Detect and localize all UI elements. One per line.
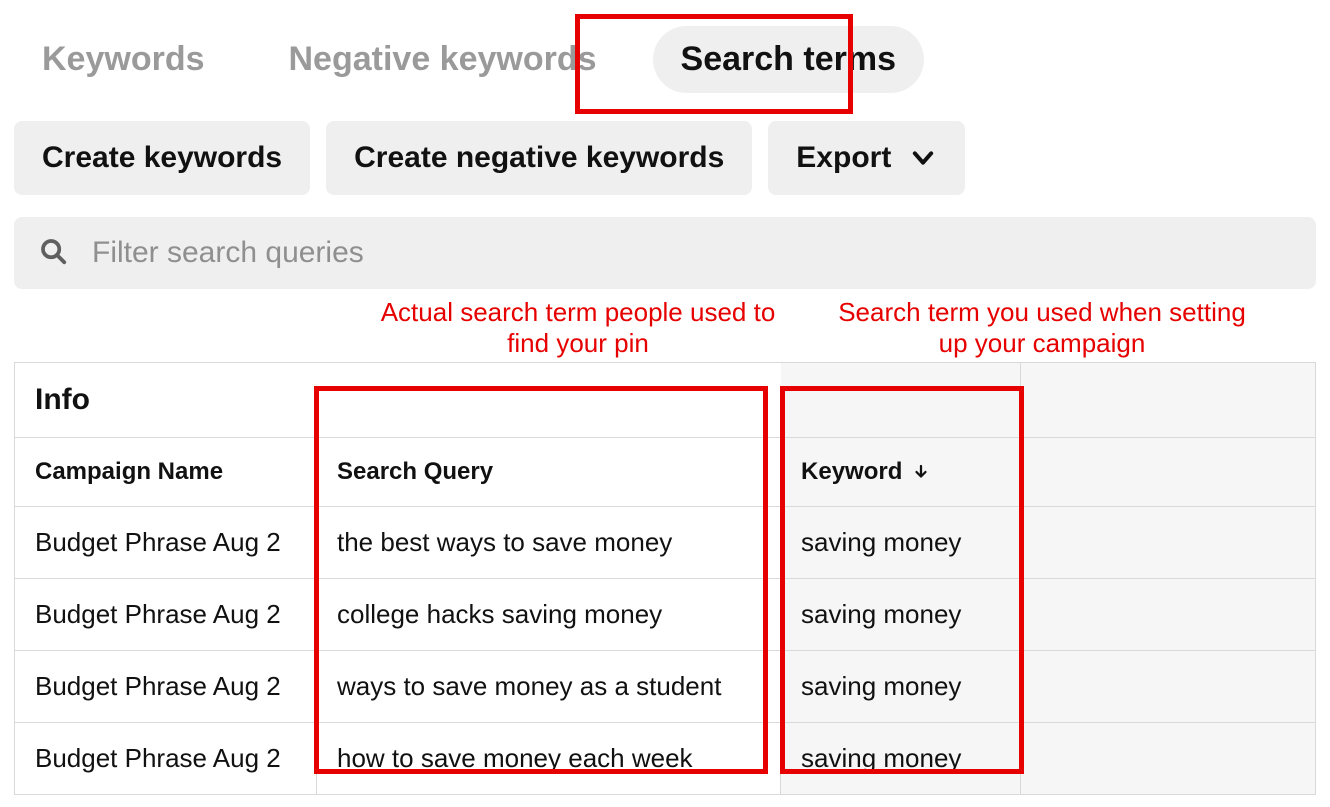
tab-search-terms[interactable]: Search terms [653,26,924,93]
col-rest [1021,438,1316,507]
cell-query: college hacks saving money [317,579,781,651]
filter-bar[interactable] [14,217,1316,289]
cell-query: how to save money each week [317,723,781,795]
cell-campaign: Budget Phrase Aug 2 [15,651,317,723]
create-keywords-button[interactable]: Create keywords [14,121,310,195]
tabs-row: Keywords Negative keywords Search terms [14,26,1316,93]
annotation-row: Actual search term people used to find y… [14,297,1316,358]
table-info-header: Info [15,363,781,438]
col-keyword-label: Keyword [801,458,902,486]
tab-keywords[interactable]: Keywords [14,26,233,93]
cell-rest [1021,507,1316,579]
sort-descending-icon [912,463,930,481]
cell-rest [1021,651,1316,723]
table-row[interactable]: Budget Phrase Aug 2 the best ways to sav… [15,507,1316,579]
export-button[interactable]: Export [768,121,965,195]
cell-query: the best ways to save money [317,507,781,579]
col-campaign-name[interactable]: Campaign Name [15,438,317,507]
table-row[interactable]: Budget Phrase Aug 2 how to save money ea… [15,723,1316,795]
toolbar: Create keywords Create negative keywords… [14,121,1316,195]
annotation-keyword: Search term you used when setting up you… [822,297,1262,358]
table-row[interactable]: Budget Phrase Aug 2 college hacks saving… [15,579,1316,651]
search-terms-table: Info Campaign Name Search Query Keyword [14,362,1316,795]
col-keyword[interactable]: Keyword [781,438,1021,507]
cell-query: ways to save money as a student [317,651,781,723]
table-info-header-spacer2 [1021,363,1316,438]
cell-campaign: Budget Phrase Aug 2 [15,723,317,795]
cell-campaign: Budget Phrase Aug 2 [15,507,317,579]
annotation-search-query: Actual search term people used to find y… [358,297,798,358]
table-info-header-spacer1 [781,363,1021,438]
col-search-query[interactable]: Search Query [317,438,781,507]
filter-input[interactable] [90,235,1292,271]
cell-rest [1021,579,1316,651]
search-icon [38,236,68,271]
create-negative-keywords-button[interactable]: Create negative keywords [326,121,752,195]
cell-keyword: saving money [781,579,1021,651]
cell-keyword: saving money [781,651,1021,723]
chevron-down-icon [909,144,937,172]
cell-campaign: Budget Phrase Aug 2 [15,579,317,651]
tab-negative-keywords[interactable]: Negative keywords [261,26,625,93]
export-label: Export [796,141,891,175]
cell-rest [1021,723,1316,795]
cell-keyword: saving money [781,723,1021,795]
cell-keyword: saving money [781,507,1021,579]
table-row[interactable]: Budget Phrase Aug 2 ways to save money a… [15,651,1316,723]
